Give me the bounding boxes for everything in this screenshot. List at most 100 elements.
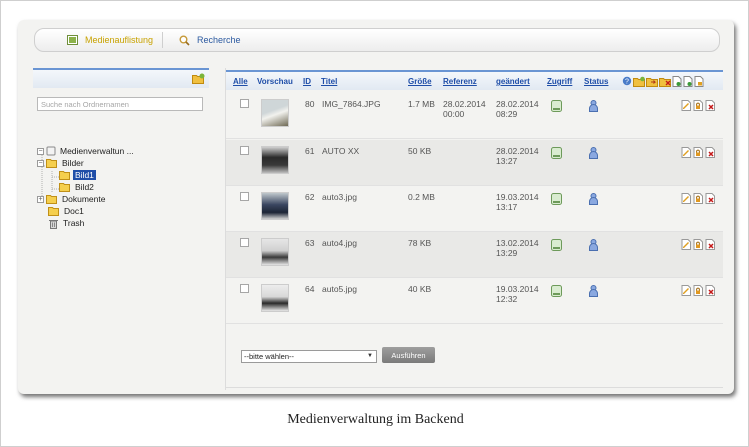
folder-icon (48, 206, 60, 216)
new-folder-icon[interactable] (633, 76, 645, 87)
row-id: 64 (305, 284, 315, 294)
table-row: 80 IMG_7864.JPG 1.7 MB 28.02.2014 00:00 28.02… (226, 93, 723, 139)
row-title[interactable]: auto4.jpg (322, 238, 357, 248)
upload-file-icon[interactable] (672, 76, 682, 87)
user-status-icon[interactable] (589, 239, 598, 253)
user-status-icon[interactable] (589, 285, 598, 299)
row-changed: 19.03.2014 13:17 (496, 192, 539, 212)
row-title[interactable]: auto3.jpg (322, 192, 357, 202)
user-status-icon[interactable] (589, 147, 598, 161)
tree-node-label: Bild2 (75, 182, 94, 192)
image-thumbnail[interactable] (261, 192, 289, 220)
column-header-access[interactable]: Zugriff (547, 77, 572, 86)
table-row: 64 auto5.jpg 40 KB 19.03.2014 12:32 (226, 278, 723, 324)
tree-node-bild1[interactable]: Bild1 (59, 169, 96, 181)
column-header-changed[interactable]: geändert (496, 77, 530, 86)
user-status-icon[interactable] (589, 100, 598, 114)
folder-icon (59, 182, 71, 192)
figure-caption: Medienverwaltung im Backend (287, 412, 464, 427)
delete-icon[interactable] (705, 100, 715, 111)
tree-node-label: Bilder (62, 158, 84, 168)
column-header-status[interactable]: Status (584, 77, 608, 86)
collapse-icon[interactable]: − (37, 147, 44, 155)
tree-node-dokumente[interactable]: + Dokumente (37, 193, 107, 205)
row-changed-time: 12:32 (496, 294, 518, 304)
new-folder-icon[interactable] (192, 73, 205, 86)
edit-icon[interactable] (681, 147, 691, 158)
tree-node-bilder[interactable]: − Bilder (37, 157, 86, 169)
access-icon[interactable] (551, 193, 562, 207)
access-icon[interactable] (551, 239, 562, 253)
header-bulk-actions: ? (622, 76, 704, 87)
column-header-id[interactable]: ID (303, 77, 311, 86)
lock-icon[interactable] (693, 239, 703, 250)
row-changed-time: 13:17 (496, 202, 518, 212)
folder-icon (59, 170, 71, 180)
access-icon[interactable] (551, 100, 562, 114)
image-thumbnail[interactable] (261, 238, 289, 266)
image-thumbnail[interactable] (261, 99, 289, 127)
media-list-icon (67, 35, 78, 45)
tree-node-root[interactable]: − Medienverwaltun ... (37, 145, 136, 157)
root-folder-icon (46, 146, 56, 156)
row-changed-date: 19.03.2014 (496, 192, 539, 202)
row-actions (681, 100, 715, 111)
execute-button[interactable]: Ausführen (382, 347, 435, 363)
row-changed: 13.02.2014 13:29 (496, 238, 539, 258)
row-checkbox[interactable] (240, 192, 249, 201)
tab-recherche[interactable]: Recherche (169, 29, 251, 51)
row-checkbox[interactable] (240, 99, 249, 108)
edit-icon[interactable] (681, 285, 691, 296)
row-checkbox[interactable] (240, 238, 249, 247)
tree-node-label: Trash (63, 218, 85, 228)
edit-icon[interactable] (681, 193, 691, 204)
delete-icon[interactable] (705, 239, 715, 250)
collapse-icon[interactable]: − (37, 159, 44, 167)
lock-icon[interactable] (693, 285, 703, 296)
move-folder-icon[interactable] (646, 76, 658, 87)
help-icon[interactable]: ? (622, 76, 632, 86)
lock-file-icon[interactable] (694, 76, 704, 87)
tree-node-trash[interactable]: Trash (48, 217, 86, 229)
row-checkbox[interactable] (240, 146, 249, 155)
delete-icon[interactable] (705, 147, 715, 158)
row-reference-time: 00:00 (443, 109, 465, 119)
tab-medienauflistung[interactable]: Medienauflistung (57, 29, 164, 51)
select-all-link[interactable]: Alle (233, 77, 248, 86)
access-icon[interactable] (551, 285, 562, 299)
access-icon[interactable] (551, 147, 562, 161)
bulk-action-select[interactable]: --bitte wählen-- ▼ (241, 350, 377, 363)
row-title[interactable]: AUTO XX (322, 146, 359, 156)
delete-folder-icon[interactable] (659, 76, 671, 87)
column-header-title[interactable]: Titel (321, 77, 337, 86)
table-row: 62 auto3.jpg 0.2 MB 19.03.2014 13:17 (226, 186, 723, 232)
expand-icon[interactable]: + (37, 195, 44, 203)
row-reference-date: 28.02.2014 (443, 99, 486, 109)
user-status-icon[interactable] (589, 193, 598, 207)
copy-file-icon[interactable] (683, 76, 693, 87)
delete-icon[interactable] (705, 193, 715, 204)
tree-node-label: Bild1 (73, 170, 96, 180)
lock-icon[interactable] (693, 100, 703, 111)
delete-icon[interactable] (705, 285, 715, 296)
column-header-reference[interactable]: Referenz (443, 77, 477, 86)
tree-node-bild2[interactable]: Bild2 (59, 181, 96, 193)
row-checkbox[interactable] (240, 284, 249, 293)
image-thumbnail[interactable] (261, 146, 289, 174)
image-thumbnail[interactable] (261, 284, 289, 312)
lock-icon[interactable] (693, 147, 703, 158)
column-header-size[interactable]: Größe (408, 77, 432, 86)
tree-node-doc1[interactable]: Doc1 (48, 205, 86, 217)
edit-icon[interactable] (681, 239, 691, 250)
row-actions (681, 147, 715, 158)
row-actions (681, 239, 715, 250)
row-id: 62 (305, 192, 315, 202)
row-title[interactable]: auto5.jpg (322, 284, 357, 294)
tree-node-label: Doc1 (64, 206, 84, 216)
folder-open-icon (46, 158, 58, 168)
row-reference: 28.02.2014 00:00 (443, 99, 486, 119)
edit-icon[interactable] (681, 100, 691, 111)
row-title[interactable]: IMG_7864.JPG (322, 99, 381, 109)
row-changed-time: 13:29 (496, 248, 518, 258)
lock-icon[interactable] (693, 193, 703, 204)
